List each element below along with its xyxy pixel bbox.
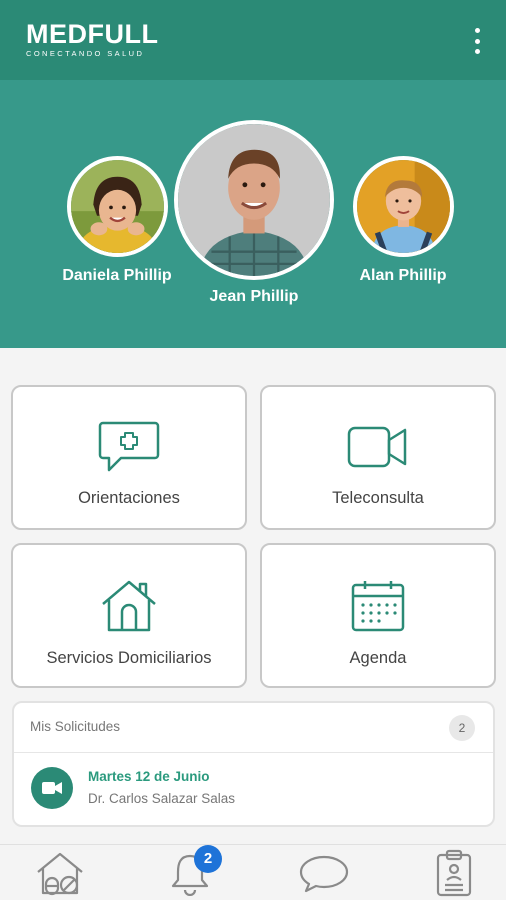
profile-alan[interactable]: Alan Phillip <box>338 156 468 285</box>
home-pill-icon <box>37 852 83 896</box>
nav-messages[interactable] <box>294 845 354 900</box>
profile-name: Daniela Phillip <box>62 267 172 284</box>
brand-tagline: CONECTANDO SALUD <box>26 49 145 58</box>
profile-name: Jean Phillip <box>209 288 299 305</box>
service-label: Agenda <box>349 649 407 667</box>
clipboard-icon <box>436 849 472 897</box>
requests-panel: Mis Solicitudes 2 Martes 12 de Junio Dr.… <box>12 701 495 827</box>
request-doctor: Dr. Carlos Salazar Salas <box>88 791 236 806</box>
teleconsulta-button[interactable]: Teleconsulta <box>260 385 496 530</box>
chat-bubble-icon <box>299 855 349 893</box>
brand-name: MEDFULL <box>26 19 159 49</box>
profile-jean[interactable]: Jean Phillip <box>168 120 340 306</box>
profile-name: Alan Phillip <box>359 267 447 284</box>
agenda-button[interactable]: Agenda <box>260 543 496 688</box>
video-camera-icon <box>31 767 73 809</box>
more-options-icon[interactable] <box>470 28 484 54</box>
profile-selector: Daniela Phillip Jean Phillip Alan Philli… <box>0 80 506 348</box>
house-icon <box>102 580 156 632</box>
avatar <box>66 156 168 257</box>
chat-plus-icon <box>98 421 160 472</box>
orientaciones-button[interactable]: Orientaciones <box>11 385 247 530</box>
request-item[interactable]: Martes 12 de Junio Dr. Carlos Salazar Sa… <box>14 753 493 825</box>
requests-count-badge: 2 <box>449 715 475 741</box>
notification-badge: 2 <box>194 845 222 873</box>
service-label: Servicios Domiciliarios <box>46 649 212 667</box>
bottom-navigation: 2 <box>0 844 506 900</box>
request-date: Martes 12 de Junio <box>88 769 210 784</box>
avatar <box>174 120 334 280</box>
requests-title: Mis Solicitudes <box>30 719 121 734</box>
app-header: MEDFULL CONECTANDO SALUD <box>0 0 506 80</box>
servicios-domiciliarios-button[interactable]: Servicios Domiciliarios <box>11 543 247 688</box>
video-camera-icon <box>347 426 407 468</box>
service-label: Teleconsulta <box>332 489 424 507</box>
requests-header[interactable]: Mis Solicitudes 2 <box>14 703 493 753</box>
calendar-icon <box>351 581 405 632</box>
app-logo: MEDFULL CONECTANDO SALUD <box>26 20 158 58</box>
nav-records[interactable] <box>424 845 484 900</box>
nav-notifications[interactable]: 2 <box>160 845 222 900</box>
nav-home[interactable] <box>30 845 90 900</box>
avatar <box>352 156 454 257</box>
profile-daniela[interactable]: Daniela Phillip <box>52 156 182 285</box>
service-label: Orientaciones <box>78 489 180 507</box>
